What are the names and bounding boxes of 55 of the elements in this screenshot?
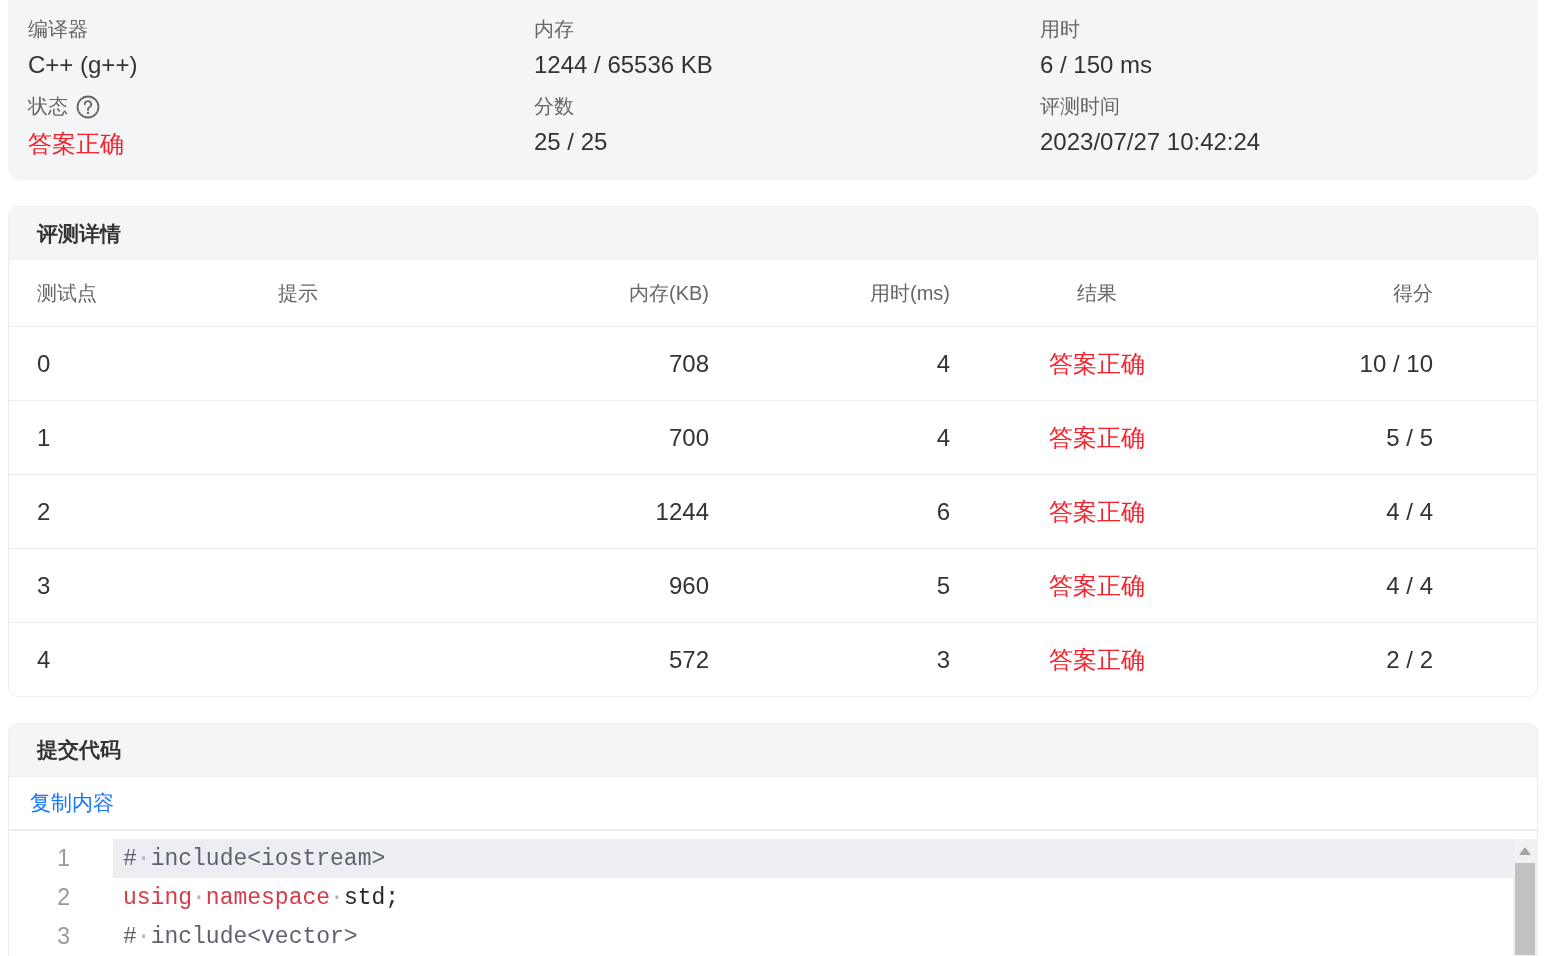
table-cell: 6 — [936, 497, 950, 526]
line-number: 1 — [56, 845, 71, 872]
field-label: 分数 — [534, 94, 574, 119]
table-cell: 5 / 5 — [1386, 423, 1433, 452]
code-line: #·include<vector> — [122, 922, 359, 952]
result-status: 答案正确 — [1049, 348, 1145, 379]
field-label: 内存 — [534, 17, 574, 42]
field-label: 编译器 — [28, 17, 88, 42]
table-cell: 4 / 4 — [1386, 497, 1433, 526]
column-header: 测试点 — [37, 280, 97, 306]
table-cell: 2 / 2 — [1386, 645, 1433, 674]
column-header: 得分 — [1393, 280, 1433, 306]
table-cell: 960 — [668, 571, 709, 600]
line-number: 3 — [56, 923, 71, 950]
line-number: 2 — [56, 884, 71, 911]
column-header: 用时(ms) — [870, 280, 950, 306]
field-value: 2023/07/27 10:42:24 — [1040, 128, 1262, 156]
field-label: 状态 — [28, 94, 68, 119]
table-cell: 4 — [936, 423, 950, 452]
table-cell: 10 / 10 — [1359, 349, 1433, 378]
section-title: 提交代码 — [37, 737, 121, 763]
table-cell: 1 — [37, 423, 51, 452]
table-cell: 2 — [37, 497, 51, 526]
field-label: 用时 — [1040, 17, 1080, 42]
table-cell: 5 — [936, 571, 950, 600]
table-cell: 0 — [37, 349, 51, 378]
scroll-up-icon[interactable] — [1519, 847, 1531, 855]
scrollbar[interactable] — [1513, 839, 1537, 956]
scroll-thumb[interactable] — [1515, 863, 1535, 955]
table-cell: 700 — [668, 423, 709, 452]
code-line: using·namespace·std; — [122, 883, 401, 913]
table-cell: 3 — [37, 571, 51, 600]
result-status: 答案正确 — [1049, 644, 1145, 675]
result-status: 答案正确 — [1049, 570, 1145, 601]
table-cell: 3 — [936, 645, 950, 674]
table-cell: 708 — [668, 349, 709, 378]
field-value: 1244 / 65536 KB — [534, 51, 714, 79]
field-value: 25 / 25 — [534, 128, 609, 156]
field-value: 答案正确 — [28, 129, 125, 159]
column-header: 提示 — [278, 280, 318, 306]
copy-link[interactable]: 复制内容 — [30, 789, 114, 817]
table-cell: 572 — [668, 645, 709, 674]
table-cell: 4 — [936, 349, 950, 378]
result-status: 答案正确 — [1049, 496, 1145, 527]
field-value: 6 / 150 ms — [1040, 51, 1154, 79]
table-cell: 1244 — [655, 497, 709, 526]
column-header: 内存(KB) — [629, 280, 709, 306]
table-cell: 4 / 4 — [1386, 571, 1433, 600]
table-cell: 4 — [37, 645, 51, 674]
result-status: 答案正确 — [1049, 422, 1145, 453]
field-label: 评测时间 — [1040, 94, 1120, 119]
help-icon[interactable] — [76, 94, 100, 119]
section-title: 评测详情 — [37, 220, 121, 247]
column-header: 结果 — [1077, 280, 1117, 306]
field-value: C++ (g++) — [28, 51, 139, 79]
